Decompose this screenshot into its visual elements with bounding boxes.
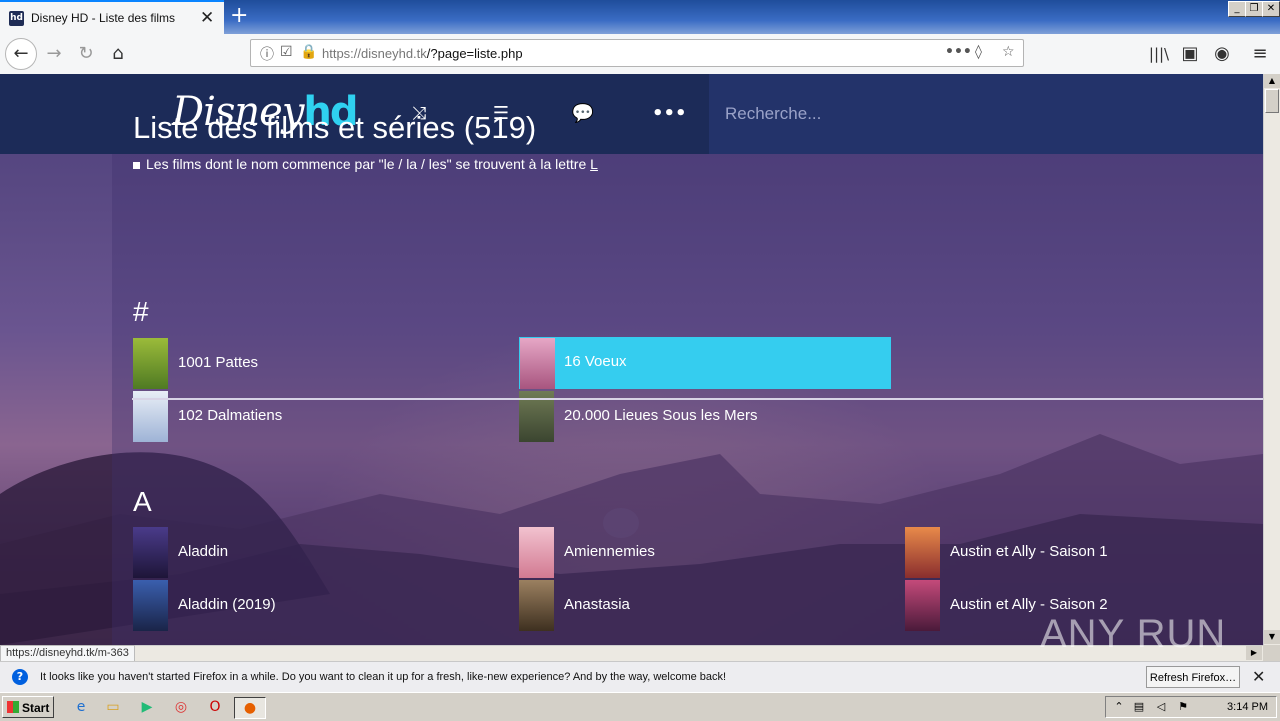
tray-expand-icon[interactable]: ⌃ <box>1108 697 1130 717</box>
flag-icon[interactable]: ⚑ <box>1172 697 1194 717</box>
film-item[interactable]: Anastasia <box>519 580 889 631</box>
film-poster <box>905 527 940 578</box>
minimize-icon[interactable]: _ <box>1228 1 1246 17</box>
url-text[interactable]: https://disneyhd.tk/?page=liste.php <box>322 46 523 61</box>
note-letter-link[interactable]: L <box>590 156 598 172</box>
scroll-up-icon[interactable]: ▲ <box>1264 74 1280 88</box>
start-label: Start <box>22 701 50 715</box>
system-tray: ⌃ ▤ ◁ ⚑ 3:14 PM <box>1105 696 1277 718</box>
section-letter-a: A <box>133 486 152 517</box>
page-note: Les films dont le nom commence par "le /… <box>133 156 598 172</box>
firefox-taskbar-icon[interactable]: ● <box>234 697 266 719</box>
film-poster <box>133 580 168 631</box>
film-title: 1001 Pattes <box>178 354 259 371</box>
more-icon[interactable]: ••• <box>652 102 687 126</box>
film-title: Aladdin (2019) <box>178 596 276 613</box>
scroll-right-icon[interactable]: ▶ <box>1246 646 1262 660</box>
url-path: /?page=liste.php <box>426 46 523 61</box>
page-title: Liste des films et séries (519) <box>133 110 537 145</box>
browser-titlebar: hd Disney HD - Liste des films ✕ + _ ❐ ✕ <box>0 0 1280 34</box>
forward-icon[interactable]: → <box>40 40 68 68</box>
home-icon[interactable]: ⌂ <box>104 40 132 68</box>
bookmark-star-icon[interactable]: ☆ <box>1002 44 1015 60</box>
url-host: https://disneyhd.tk <box>322 46 427 61</box>
sidebar-icon[interactable]: ▣ <box>1176 40 1204 68</box>
browser-navbar: ← → ↻ ⌂ ⓘ ☑ 🔒 https://disneyhd.tk/?page=… <box>0 34 1280 75</box>
film-item[interactable]: Austin et Ally - Saison 1 <box>905 527 1263 578</box>
volume-icon[interactable]: ◁ <box>1150 697 1172 717</box>
lock-icon[interactable]: 🔒 <box>300 44 317 60</box>
film-poster <box>519 527 554 578</box>
film-title: Aladdin <box>178 543 229 560</box>
film-title: Anastasia <box>564 596 630 613</box>
pocket-icon[interactable]: ◊ <box>975 44 982 60</box>
film-title: 20.000 Lieues Sous les Mers <box>564 407 758 424</box>
film-title: 102 Dalmatiens <box>178 407 283 424</box>
film-poster <box>905 580 940 631</box>
film-title: 16 Voeux <box>564 353 627 370</box>
film-item[interactable]: Aladdin <box>133 527 503 578</box>
note-text: Les films dont le nom commence par "le /… <box>146 156 591 172</box>
windows-taskbar: Start e ▭ ▶ ◎ O ● ⌃ ▤ ◁ ⚑ 3:14 PM <box>0 692 1280 721</box>
account-icon[interactable]: ◉ <box>1208 40 1236 68</box>
film-item[interactable]: Aladdin (2019) <box>133 580 503 631</box>
film-poster <box>133 338 168 389</box>
close-tab-icon[interactable]: ✕ <box>200 8 214 28</box>
opera-icon[interactable]: O <box>204 697 226 717</box>
page-actions-icon[interactable]: ••• <box>945 44 972 60</box>
clock: 3:14 PM <box>1227 701 1268 713</box>
start-button[interactable]: Start <box>2 696 54 718</box>
network-icon[interactable]: ▤ <box>1128 697 1150 717</box>
watermark: ANY RUN <box>1040 612 1227 656</box>
ie-icon[interactable]: e <box>70 697 92 717</box>
notification-bar: ? It looks like you haven't started Fire… <box>0 661 1280 693</box>
reload-icon[interactable]: ↻ <box>72 40 100 68</box>
back-icon[interactable]: ← <box>5 38 37 70</box>
restore-icon[interactable]: ❐ <box>1245 1 1263 17</box>
film-title: Austin et Ally - Saison 1 <box>950 543 1108 560</box>
close-window-icon[interactable]: ✕ <box>1262 1 1280 17</box>
chrome-icon[interactable]: ◎ <box>170 697 192 717</box>
film-item-highlighted[interactable]: 16 Voeux <box>519 337 891 389</box>
scroll-thumb[interactable] <box>1265 89 1279 113</box>
chat-icon[interactable]: 💬 <box>570 102 596 126</box>
menu-icon[interactable]: ≡ <box>1246 40 1274 68</box>
site-favicon: hd <box>9 11 24 26</box>
status-url: https://disneyhd.tk/m-363 <box>0 645 135 662</box>
film-poster <box>520 338 555 389</box>
permissions-icon[interactable]: ☑ <box>280 44 293 60</box>
media-player-icon[interactable]: ▶ <box>136 697 158 717</box>
film-poster <box>519 580 554 631</box>
section-divider <box>132 398 1263 400</box>
info-icon: ? <box>12 669 28 685</box>
scroll-down-icon[interactable]: ▼ <box>1264 630 1280 644</box>
bullet-square-icon <box>133 161 140 169</box>
notification-message: It looks like you haven't started Firefo… <box>40 671 727 683</box>
folder-icon[interactable]: ▭ <box>102 697 124 717</box>
library-icon[interactable]: |||\ <box>1145 40 1173 68</box>
film-title: Austin et Ally - Saison 2 <box>950 596 1108 613</box>
film-item[interactable]: Amiennemies <box>519 527 889 578</box>
new-tab-icon[interactable]: + <box>230 3 248 28</box>
tab-title: Disney HD - Liste des films <box>31 11 176 25</box>
info-icon[interactable]: ⓘ <box>260 44 274 64</box>
film-item[interactable]: 1001 Pattes <box>133 338 503 389</box>
vertical-scrollbar[interactable]: ▲ ▼ <box>1263 74 1280 645</box>
search-input[interactable] <box>709 74 1263 154</box>
refresh-firefox-button[interactable]: Refresh Firefox… <box>1146 666 1240 688</box>
film-poster <box>133 527 168 578</box>
close-notification-icon[interactable]: ✕ <box>1252 667 1265 686</box>
url-bar[interactable]: ⓘ ☑ 🔒 https://disneyhd.tk/?page=liste.ph… <box>250 39 1024 67</box>
browser-tab[interactable]: hd Disney HD - Liste des films ✕ <box>0 0 224 34</box>
section-letter-hash: # <box>133 296 149 327</box>
windows-logo-icon <box>7 701 19 713</box>
film-title: Amiennemies <box>564 543 655 560</box>
